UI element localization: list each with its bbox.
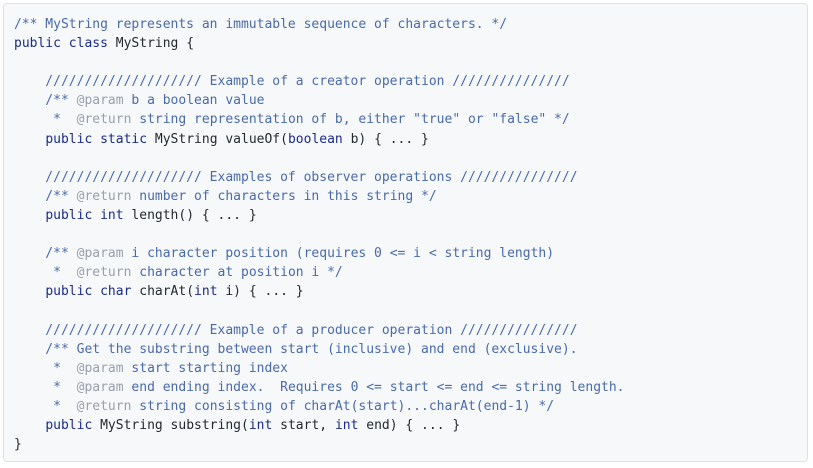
code-line: //////////////////// Example of a produc… [14,321,807,340]
code-comment: b a boolean value [123,93,265,109]
code-line: public class MyString { [14,34,807,53]
code-text: } [14,437,22,453]
code-line: public MyString substring(int start, int… [14,416,807,435]
code-text: MyString valueOf( [147,131,288,147]
code-comment: //////////////////// Examples of observe… [14,169,578,185]
code-text: end) { ... } [358,417,461,433]
code-comment: string consisting of charAt(start)...cha… [131,398,555,414]
code-comment: /** [14,188,77,204]
code-comment: * [14,112,77,128]
keyword: class [68,36,108,52]
code-line: //////////////////// Examples of observe… [14,168,807,187]
keyword: public [45,417,93,433]
code-comment: * [14,398,77,414]
code-line: ​ [14,149,807,168]
code-comment: /** [14,246,77,262]
code-text: i) { ... } [217,284,304,300]
keyword: public [45,131,93,147]
code-comment: * [14,265,77,281]
code-comment: i character position (requires 0 <= i < … [123,246,555,262]
code-line: /** @param b a boolean value [14,91,807,110]
code-comment: * [14,379,77,395]
code-block: /** MyString represents an immutable seq… [3,3,808,462]
code-comment: /** Get the substring between start (inc… [14,341,578,357]
code-line: * @return character at position i */ [14,263,807,282]
keyword: public [45,284,93,300]
code-line: public static MyString valueOf(boolean b… [14,130,807,149]
javadoc-tag: @param [76,246,124,262]
code-line: /** @param i character position (require… [14,244,807,263]
code-line: //////////////////// Example of a creato… [14,72,807,91]
javadoc-tag: @param [76,93,124,109]
code-comment: * [14,360,77,376]
code-comment: /** [14,93,77,109]
javadoc-tag: @param [76,379,124,395]
code-comment: //////////////////// Example of a creato… [14,74,570,90]
code-comment: /** MyString represents an immutable seq… [14,17,508,32]
keyword: int [248,417,273,433]
code-line: } [14,435,807,454]
keyword: int [100,207,124,223]
code-line: * @return string representation of b, ei… [14,110,807,129]
code-line: ​ [14,53,807,72]
code-line: /** MyString represents an immutable seq… [14,15,807,34]
code-line: /** Get the substring between start (inc… [14,340,807,359]
code-text: length() { ... } [123,207,257,223]
code-text: b) { ... } [342,131,429,147]
keyword: int [194,284,218,300]
code-comment: character at position i */ [131,265,343,281]
code-line: ​ [14,301,807,320]
keyword: public [45,207,93,223]
code-comment: start starting index [123,360,288,376]
code-line: ​ [14,225,807,244]
code-line: * @param end ending index. Requires 0 <=… [14,378,807,397]
code-comment: number of characters in this string */ [131,188,437,204]
code-line: /** @return number of characters in this… [14,187,807,206]
keyword: static [100,131,148,147]
code-text: MyString substring( [92,417,249,433]
code-line: * @return string consisting of charAt(st… [14,397,807,416]
code-line: public char charAt(int i) { ... } [14,282,807,301]
code-comment: string representation of b, either "true… [131,112,570,128]
keyword: int [334,417,359,433]
code-comment: //////////////////// Example of a produc… [14,322,578,338]
keyword: public [14,36,61,52]
code-line: public int length() { ... } [14,206,807,225]
code-comment: end ending index. Requires 0 <= start <=… [123,379,625,395]
code-line: * @param start starting index [14,359,807,378]
code-listing: /** MyString represents an immutable seq… [4,4,807,454]
code-text: MyString { [107,36,195,52]
code-text: start, [272,417,335,433]
javadoc-tag: @return [76,398,132,414]
keyword: char [100,284,132,300]
javadoc-tag: @return [76,112,132,128]
javadoc-tag: @param [76,360,124,376]
javadoc-tag: @return [76,188,132,204]
keyword: boolean [287,131,343,147]
javadoc-tag: @return [76,265,132,281]
code-text: charAt( [131,284,195,300]
